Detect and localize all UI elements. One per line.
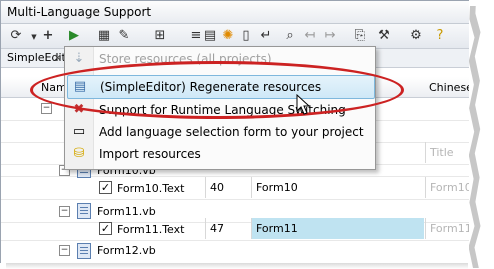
collapse-icon[interactable]: −: [59, 206, 70, 217]
title-ghost: Title: [430, 146, 454, 159]
menu-item-import-resources[interactable]: ⛁ Import resources: [67, 143, 373, 165]
item-value: Form10: [256, 181, 298, 194]
table-cell[interactable]: Form10: [251, 177, 424, 198]
item-ghost: Form10: [430, 181, 469, 194]
checkbox[interactable]: ✓: [99, 181, 112, 194]
window-title: Multi-Language Support: [7, 5, 152, 19]
file-label[interactable]: Form12.vb: [97, 244, 156, 257]
title-bar: Multi-Language Support: [1, 1, 469, 24]
table-row: ✓ Form10.Text 40 Form10 Form10: [1, 177, 469, 200]
menu-item-label: Add language selection form to your proj…: [99, 125, 364, 139]
grid-icon[interactable]: ▦: [95, 27, 113, 45]
settings-icon[interactable]: ⚒: [375, 27, 393, 45]
collapse-icon[interactable]: −: [59, 245, 70, 256]
find-icon[interactable]: ⌕: [281, 27, 299, 45]
item-label[interactable]: Form10.Text: [117, 182, 184, 195]
brush-icon[interactable]: ✎: [115, 27, 133, 45]
table-row: − Form12.vb: [1, 241, 469, 263]
help-icon[interactable]: ?: [431, 27, 449, 45]
table-cell[interactable]: Title: [425, 142, 469, 163]
item-number: 40: [210, 181, 224, 194]
table-row: ✓ Form11.Text 47 Form11 Form11: [1, 218, 469, 241]
table-icon[interactable]: ▤: [201, 27, 219, 45]
tab-close-icon[interactable]: ×: [53, 51, 62, 64]
table-cell[interactable]: Form10: [425, 177, 469, 198]
enter-icon[interactable]: ↵: [257, 27, 275, 45]
database-icon: ⛁: [73, 146, 85, 161]
prev-icon[interactable]: ↤: [301, 27, 319, 45]
run-icon[interactable]: ▶: [65, 27, 83, 45]
copy-icon[interactable]: ⎘: [351, 27, 369, 45]
add-form-icon: ▭: [72, 124, 86, 139]
menu-item-label: Import resources: [99, 147, 201, 161]
table-cell[interactable]: Form11: [425, 218, 469, 239]
vb-file-icon: [77, 243, 91, 259]
item-label[interactable]: Form11.Text: [117, 223, 184, 236]
insert-icon[interactable]: ⊞: [151, 27, 169, 45]
checkbox[interactable]: ✓: [99, 222, 112, 235]
add-icon[interactable]: +: [39, 27, 57, 45]
collapse-icon[interactable]: −: [41, 103, 52, 114]
vb-file-icon: [77, 203, 91, 219]
table-cell[interactable]: 40: [205, 177, 250, 198]
mouse-cursor-icon: [296, 94, 311, 115]
sun-icon[interactable]: ✺: [219, 27, 237, 45]
highlight-ellipse: [30, 61, 404, 119]
tools-icon[interactable]: ⚙: [407, 27, 425, 45]
item-ghost: Form11: [430, 222, 469, 235]
file-label[interactable]: Form11.vb: [97, 205, 156, 218]
menu-item-add-language-form[interactable]: ▭ Add language selection form to your pr…: [67, 121, 373, 143]
column-chinese-header[interactable]: Chinese: [429, 81, 469, 94]
next-icon[interactable]: ↦: [321, 27, 339, 45]
refresh-icon[interactable]: ⟳: [7, 27, 25, 45]
table-cell[interactable]: 47: [205, 218, 250, 239]
table-cell-highlighted[interactable]: Form11: [251, 218, 424, 239]
save-icon: ⇣: [73, 51, 85, 66]
item-value: Form11: [256, 222, 298, 235]
page-bottom-shadow: [6, 262, 468, 269]
item-number: 47: [210, 222, 224, 235]
page-icon[interactable]: ▯: [237, 27, 255, 45]
